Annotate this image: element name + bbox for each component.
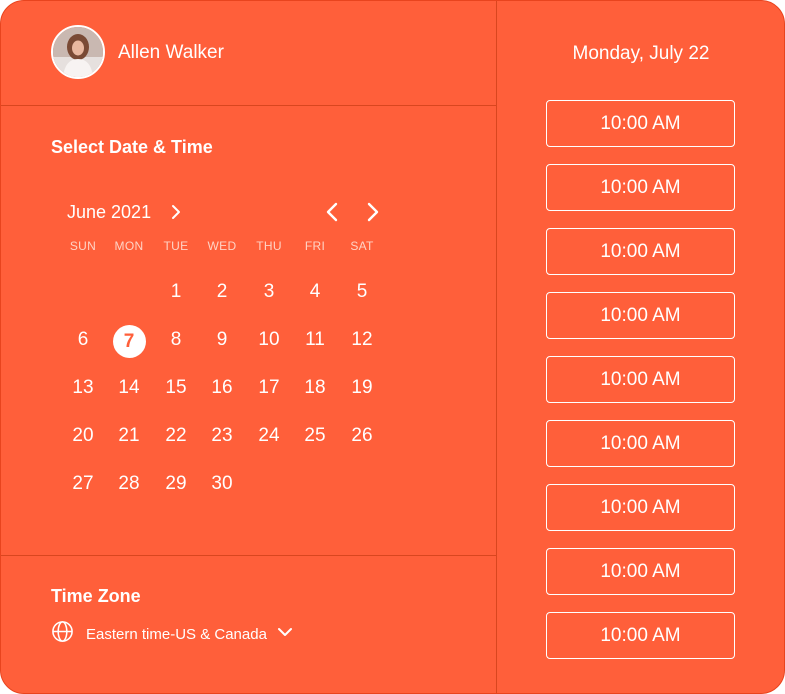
chevron-left-icon — [321, 202, 343, 228]
time-slot-button[interactable]: 10:00 AM — [546, 420, 735, 467]
calendar-day[interactable]: 22 — [154, 421, 198, 451]
user-name: Allen Walker — [118, 42, 224, 63]
timezone-label: Eastern time-US & Canada — [86, 625, 267, 643]
calendar-day[interactable]: 27 — [61, 469, 105, 499]
timezone-divider — [1, 555, 496, 556]
calendar-day[interactable]: 17 — [247, 373, 291, 403]
calendar-day[interactable]: 28 — [107, 469, 151, 499]
weekday-label: WED — [207, 239, 237, 253]
selected-date-heading: Monday, July 22 — [572, 43, 710, 64]
chevron-down-icon[interactable] — [277, 625, 293, 643]
calendar-day[interactable]: 15 — [154, 373, 198, 403]
time-slot-button[interactable]: 10:00 AM — [546, 484, 735, 531]
calendar-day[interactable]: 23 — [200, 421, 244, 451]
select-date-time-title: Select Date & Time — [51, 137, 213, 157]
time-slot-button[interactable]: 10:00 AM — [546, 548, 735, 595]
calendar-day[interactable]: 20 — [61, 421, 105, 451]
calendar-day[interactable]: 8 — [154, 325, 198, 355]
weekday-label: SAT — [350, 239, 374, 253]
calendar-day[interactable]: 2 — [200, 277, 244, 307]
calendar-day[interactable]: 6 — [61, 325, 105, 355]
month-label[interactable]: June 2021 — [67, 200, 151, 224]
calendar-day[interactable]: 9 — [200, 325, 244, 355]
calendar-day[interactable]: 1 — [154, 277, 198, 307]
time-slot-button[interactable]: 10:00 AM — [546, 228, 735, 275]
calendar-day[interactable]: 18 — [293, 373, 337, 403]
calendar-day[interactable]: 12 — [340, 325, 384, 355]
calendar-day-selected[interactable]: 7 — [107, 325, 151, 358]
calendar-day[interactable]: 19 — [340, 373, 384, 403]
calendar-day[interactable]: 4 — [293, 277, 337, 307]
calendar-day[interactable]: 26 — [340, 421, 384, 451]
calendar-day[interactable]: 16 — [200, 373, 244, 403]
time-slot-button[interactable]: 10:00 AM — [546, 164, 735, 211]
scheduler-card: Allen Walker Select Date & Time June 202… — [0, 0, 785, 694]
calendar-day[interactable]: 24 — [247, 421, 291, 451]
next-month-button[interactable] — [362, 200, 384, 224]
calendar-day[interactable]: 13 — [61, 373, 105, 403]
weekday-label: MON — [114, 239, 144, 253]
calendar-day[interactable]: 11 — [293, 325, 337, 355]
time-slot-button[interactable]: 10:00 AM — [546, 356, 735, 403]
previous-month-button[interactable] — [321, 200, 343, 224]
weekday-label: THU — [256, 239, 282, 253]
weekday-label: SUN — [69, 239, 97, 253]
calendar-day[interactable]: 10 — [247, 325, 291, 355]
selected-day-number: 7 — [112, 325, 146, 358]
timezone-selector[interactable]: Eastern time-US & Canada — [51, 620, 293, 648]
calendar-day[interactable]: 25 — [293, 421, 337, 451]
calendar-day[interactable]: 30 — [200, 469, 244, 499]
weekday-label: TUE — [163, 239, 189, 253]
calendar-day[interactable]: 29 — [154, 469, 198, 499]
calendar-day[interactable]: 3 — [247, 277, 291, 307]
chevron-right-icon — [362, 202, 384, 228]
calendar-day[interactable]: 5 — [340, 277, 384, 307]
avatar — [51, 25, 105, 79]
header-divider — [1, 105, 496, 106]
chevron-right-icon[interactable] — [170, 204, 182, 220]
globe-icon — [51, 620, 74, 648]
column-divider — [496, 1, 497, 693]
time-slot-button[interactable]: 10:00 AM — [546, 292, 735, 339]
calendar-day[interactable]: 14 — [107, 373, 151, 403]
calendar-day[interactable]: 21 — [107, 421, 151, 451]
timezone-title: Time Zone — [51, 586, 141, 606]
weekday-label: FRI — [304, 239, 326, 253]
time-slot-button[interactable]: 10:00 AM — [546, 100, 735, 147]
time-slot-button[interactable]: 10:00 AM — [546, 612, 735, 659]
